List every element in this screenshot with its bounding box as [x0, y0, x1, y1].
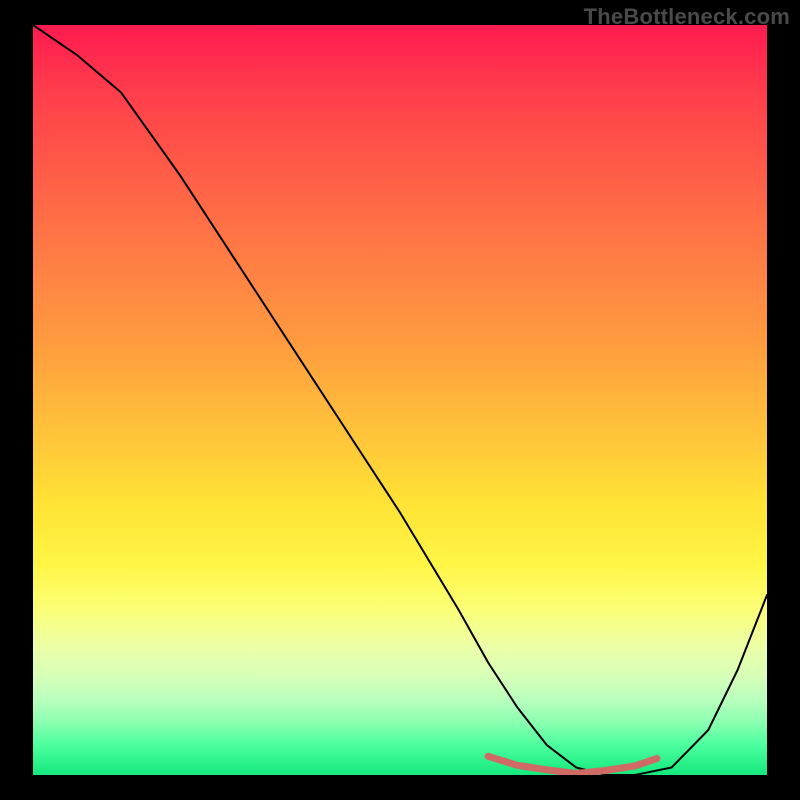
watermark-text: TheBottleneck.com [584, 4, 790, 30]
curve-layer [33, 25, 767, 775]
plot-area [33, 25, 767, 775]
chart-frame: TheBottleneck.com [0, 0, 800, 800]
bottleneck-curve [33, 25, 767, 775]
